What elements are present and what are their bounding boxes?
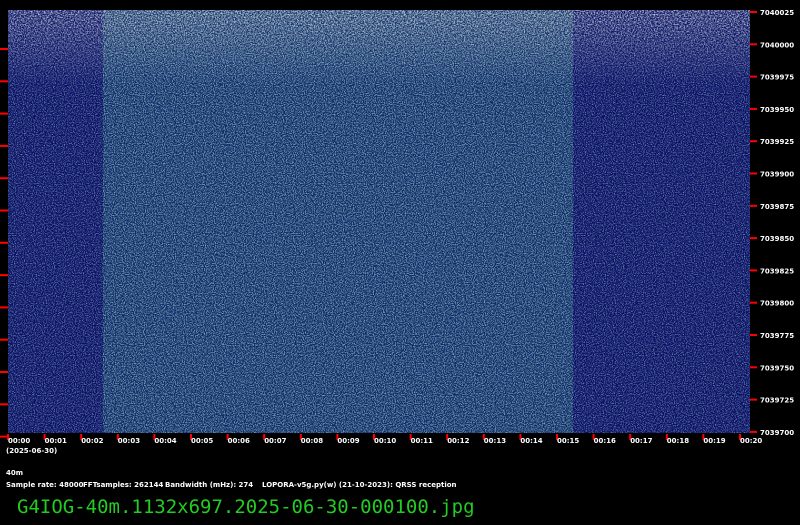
frequency-tick-label: 7039850 <box>760 235 794 243</box>
time-tick-label: 00:04 <box>154 437 176 445</box>
time-tick-label: 00:20 <box>740 437 762 445</box>
frequency-tick-label: 7040025 <box>760 9 794 17</box>
time-tick-label: 00:06 <box>228 437 250 445</box>
time-tick-label: 00:01 <box>45 437 67 445</box>
frequency-tick-label: 7040000 <box>760 41 794 49</box>
time-tick-label: 00:00 <box>8 437 30 445</box>
frequency-tick-label: 7039725 <box>760 397 794 405</box>
time-tick-label: 00:08 <box>301 437 323 445</box>
frequency-tick-label: 7039700 <box>760 429 794 437</box>
frequency-tick-label: 7039750 <box>760 364 794 372</box>
left-tick-marks <box>0 48 8 438</box>
frequency-tick-label: 7039975 <box>760 74 794 82</box>
time-tick-label: 00:19 <box>703 437 725 445</box>
time-tick-label: 00:13 <box>484 437 506 445</box>
sample-rate-label: Sample rate: 48000 <box>6 481 84 489</box>
spectrogram-waterfall: 7040025 7040000 7039975 7039950 7039925 70399… <box>0 9 794 445</box>
time-tick-label: 00:16 <box>594 437 616 445</box>
bandwidth-label: Bandwidth (mHz): 274 <box>165 481 254 489</box>
time-tick-label: 00:17 <box>630 437 652 445</box>
frequency-tick-label: 7039900 <box>760 171 794 179</box>
time-tick-label: 00:10 <box>374 437 396 445</box>
band-label: 40m <box>6 469 24 477</box>
frequency-tick-label: 7039950 <box>760 106 794 114</box>
time-tick-label: 00:02 <box>81 437 103 445</box>
frequency-tick-label: 7039825 <box>760 267 794 275</box>
frequency-tick-label: 7039925 <box>760 138 794 146</box>
frequency-labels: 7040025 7040000 7039975 7039950 7039925 70399… <box>760 9 794 437</box>
time-tick-label: 00:05 <box>191 437 213 445</box>
time-labels: 00:00 00:01 00:02 00:03 00:04 00:05 00:06 00:07… <box>8 437 762 445</box>
frequency-tick-label: 7039875 <box>760 203 794 211</box>
time-tick-label: 00:15 <box>557 437 579 445</box>
strong-signal-top <box>8 10 750 85</box>
time-tick-label: 00:12 <box>447 437 469 445</box>
frequency-tick-label: 7039800 <box>760 300 794 308</box>
time-tick-label: 00:03 <box>118 437 140 445</box>
time-tick-label: 00:14 <box>520 437 542 445</box>
frequency-tick-label: 7039775 <box>760 332 794 340</box>
right-tick-marks <box>750 11 757 433</box>
time-tick-label: 00:07 <box>264 437 286 445</box>
time-tick-label: 00:18 <box>667 437 689 445</box>
time-tick-label: 00:09 <box>337 437 359 445</box>
time-tick-label: 00:11 <box>411 437 433 445</box>
date-label: (2025-06-30) <box>6 447 58 455</box>
filename-caption: G4IOG-40m.1132x697.2025-06-30-000100.jpg <box>17 496 475 518</box>
software-label: LOPORA-v5g.py(w) (21-10-2023): QRSS rece… <box>262 481 457 489</box>
fft-samples-label: FFTsamples: 262144 <box>83 481 164 489</box>
